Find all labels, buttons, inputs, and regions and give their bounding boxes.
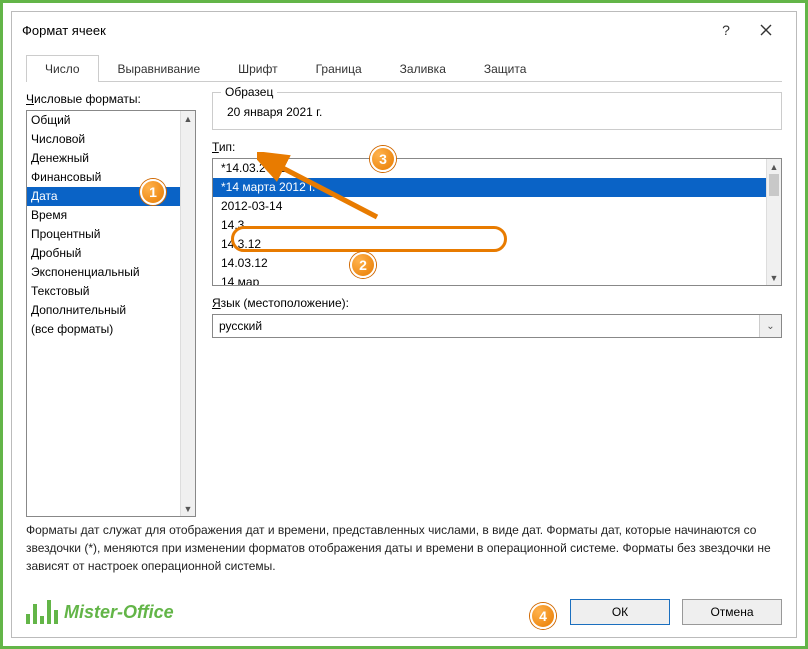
type-item[interactable]: 2012-03-14 [213, 197, 766, 216]
scroll-up-icon[interactable]: ▲ [767, 159, 781, 174]
locale-value: русский [219, 319, 262, 333]
dialog-content: Число Выравнивание Шрифт Граница Заливка… [12, 48, 796, 587]
category-item[interactable]: Время [27, 206, 180, 225]
type-item[interactable]: 14 мар [213, 273, 766, 285]
scroll-down-icon[interactable]: ▼ [181, 501, 195, 516]
type-item[interactable]: 14.03.12 [213, 254, 766, 273]
types-listbox[interactable]: *14.03.2012*14 марта 2012 г.2012-03-1414… [212, 158, 782, 286]
annotation-badge-4: 4 [530, 603, 556, 629]
scroll-down-icon[interactable]: ▼ [767, 270, 781, 285]
dropdown-button[interactable]: ⌄ [759, 315, 781, 337]
type-item[interactable]: *14 марта 2012 г. [213, 178, 766, 197]
category-item[interactable]: Экспоненциальный [27, 263, 180, 282]
chevron-down-icon: ⌄ [766, 321, 774, 332]
logo-text: Mister-Office [64, 602, 174, 623]
format-description: Форматы дат служат для отображения дат и… [26, 517, 782, 587]
window-title: Формат ячеек [22, 23, 706, 38]
category-item[interactable]: Дробный [27, 244, 180, 263]
category-item[interactable]: Дополнительный [27, 301, 180, 320]
sample-label: Образец [221, 85, 277, 99]
categories-scrollbar[interactable]: ▲ ▼ [180, 111, 195, 516]
tab-protection[interactable]: Защита [465, 55, 546, 82]
types-scrollbar[interactable]: ▲ ▼ [766, 159, 781, 285]
format-cells-dialog: Формат ячеек ? Число Выравнивание Шрифт … [11, 11, 797, 638]
scroll-thumb[interactable] [769, 174, 779, 196]
cancel-button[interactable]: Отмена [682, 599, 782, 625]
tab-border[interactable]: Граница [297, 55, 381, 82]
tab-font[interactable]: Шрифт [219, 55, 296, 82]
logo-bars-icon [26, 600, 58, 624]
categories-listbox[interactable]: ОбщийЧисловойДенежныйФинансовыйДатаВремя… [26, 110, 196, 517]
annotation-badge-3: 3 [370, 146, 396, 172]
type-item[interactable]: 14.3 [213, 216, 766, 235]
locale-label: Язык (местоположение): [212, 296, 782, 310]
type-item[interactable]: *14.03.2012 [213, 159, 766, 178]
type-item[interactable]: 14.3.12 [213, 235, 766, 254]
screenshot-frame: Формат ячеек ? Число Выравнивание Шрифт … [0, 0, 808, 649]
tab-bar: Число Выравнивание Шрифт Граница Заливка… [26, 54, 782, 82]
sample-value: 20 января 2021 г. [223, 99, 771, 119]
type-label: Тип: [212, 140, 782, 154]
close-button[interactable] [746, 16, 786, 44]
help-button[interactable]: ? [706, 16, 746, 44]
left-column: Числовые форматы: ОбщийЧисловойДенежныйФ… [26, 92, 196, 517]
sample-groupbox: Образец 20 января 2021 г. [212, 92, 782, 130]
category-item[interactable]: Числовой [27, 130, 180, 149]
ok-button[interactable]: ОК [570, 599, 670, 625]
close-icon [760, 24, 772, 36]
annotation-badge-1: 1 [140, 179, 166, 205]
annotation-badge-2: 2 [350, 252, 376, 278]
locale-dropdown[interactable]: русский ⌄ [212, 314, 782, 338]
category-item[interactable]: Текстовый [27, 282, 180, 301]
category-item[interactable]: Процентный [27, 225, 180, 244]
titlebar: Формат ячеек ? [12, 12, 796, 48]
categories-label: Числовые форматы: [26, 92, 196, 106]
watermark-logo: Mister-Office [26, 600, 174, 624]
category-item[interactable]: Денежный [27, 149, 180, 168]
tab-body: Числовые форматы: ОбщийЧисловойДенежныйФ… [26, 82, 782, 517]
dialog-footer: Mister-Office ОК Отмена [12, 587, 796, 637]
category-item[interactable]: Общий [27, 111, 180, 130]
tab-alignment[interactable]: Выравнивание [99, 55, 220, 82]
category-item[interactable]: (все форматы) [27, 320, 180, 339]
tab-fill[interactable]: Заливка [381, 55, 465, 82]
scroll-up-icon[interactable]: ▲ [181, 111, 195, 126]
right-column: Образец 20 января 2021 г. Тип: *14.03.20… [212, 92, 782, 517]
tab-number[interactable]: Число [26, 55, 99, 82]
